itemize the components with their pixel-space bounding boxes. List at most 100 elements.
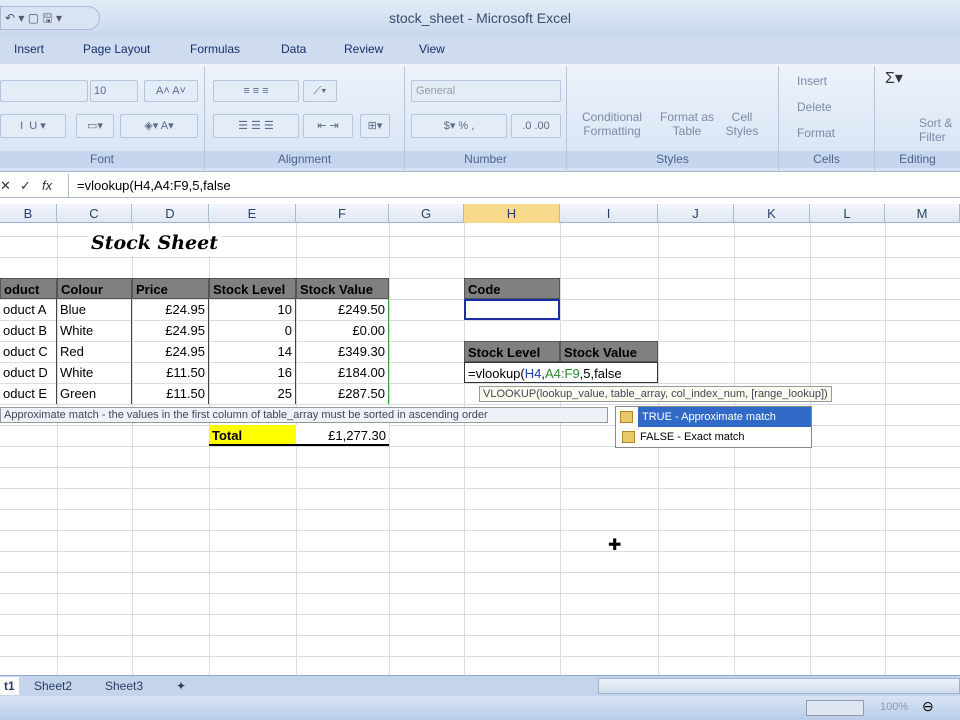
number-group: General $▾ % , .0 .00 Number — [405, 66, 567, 170]
tab-review[interactable]: Review — [344, 42, 383, 56]
column-header-k[interactable]: K — [734, 204, 810, 223]
total-value[interactable]: £1,277.30 — [296, 425, 389, 446]
total-label[interactable]: Total — [209, 425, 296, 446]
autocomplete-false[interactable]: FALSE - Exact match — [616, 427, 811, 447]
horizontal-scrollbar[interactable] — [598, 678, 960, 694]
fill-font-color-button[interactable]: ◈▾ A▾ — [120, 114, 198, 138]
column-header-g[interactable]: G — [389, 204, 464, 223]
tab-view[interactable]: View — [419, 42, 445, 56]
gridline — [389, 223, 390, 675]
table-cell[interactable]: £287.50 — [296, 383, 389, 404]
table-cell[interactable]: 25 — [209, 383, 296, 404]
column-header-c[interactable]: C — [57, 204, 132, 223]
lookup-header-stock-value[interactable]: Stock Value — [560, 341, 658, 362]
header-cell[interactable]: oduct — [0, 278, 57, 299]
sheet-tab-3[interactable]: Sheet3 — [105, 677, 143, 695]
table-cell[interactable]: White — [57, 320, 132, 341]
horizontal-align-buttons[interactable]: ☰ ☰ ☰ — [213, 114, 299, 138]
zoom-level: 100% — [880, 701, 909, 713]
cells-group-label: Cells — [779, 151, 874, 168]
column-header-j[interactable]: J — [658, 204, 734, 223]
borders-button[interactable]: ▭▾ — [76, 114, 114, 138]
table-cell[interactable]: £349.30 — [296, 341, 389, 362]
tab-data[interactable]: Data — [281, 42, 306, 56]
column-header-b[interactable]: B — [0, 204, 57, 223]
tab-page-layout[interactable]: Page Layout — [83, 42, 150, 56]
code-input-cell[interactable] — [464, 299, 560, 320]
merge-button[interactable]: ⊞▾ — [360, 114, 390, 138]
table-cell[interactable]: £184.00 — [296, 362, 389, 383]
italic-underline-button[interactable]: I U ▾ — [0, 114, 66, 138]
constant-icon — [620, 411, 633, 423]
table-cell[interactable]: £24.95 — [132, 341, 209, 362]
table-cell[interactable]: 10 — [209, 299, 296, 320]
code-header[interactable]: Code — [464, 278, 560, 299]
header-cell[interactable]: Stock Value — [296, 278, 389, 299]
table-cell[interactable]: 16 — [209, 362, 296, 383]
table-cell[interactable]: £11.50 — [132, 383, 209, 404]
insert-function-icon[interactable]: fx — [42, 178, 52, 193]
column-header-m[interactable]: M — [885, 204, 960, 223]
format-as-table-button[interactable]: Format as Table — [657, 76, 717, 138]
insert-sheet-icon[interactable]: ✦ — [176, 677, 186, 695]
header-cell[interactable]: Colour — [57, 278, 132, 299]
sort-filter-button[interactable]: Sort & Filter — [919, 116, 959, 144]
insert-cells-button[interactable]: Insert — [797, 74, 827, 88]
table-cell[interactable]: oduct E — [0, 383, 57, 404]
format-cells-button[interactable]: Format — [797, 126, 835, 140]
lookup-header-stock-level[interactable]: Stock Level — [464, 341, 560, 362]
quick-access-toolbar[interactable]: ↶ ▾ ▢ 🖫 ▾ — [0, 6, 100, 30]
sheet-tab-1[interactable]: t1 — [0, 677, 19, 695]
vertical-align-buttons[interactable]: ≡ ≡ ≡ — [213, 80, 299, 102]
ribbon: 10 A˄ A˅ I U ▾ ▭▾ ◈▾ A▾ Font ≡ ≡ ≡ ⟋▾ ☰ … — [0, 64, 960, 172]
grow-shrink-font-button[interactable]: A˄ A˅ — [144, 80, 198, 102]
table-cell[interactable]: £24.95 — [132, 299, 209, 320]
formula-input[interactable]: =vlookup(H4,A4:F9,5,false — [68, 174, 960, 198]
sheet-tab-2[interactable]: Sheet2 — [34, 677, 72, 695]
column-header-d[interactable]: D — [132, 204, 209, 223]
tab-formulas[interactable]: Formulas — [190, 42, 240, 56]
cancel-icon[interactable]: ✕ — [0, 178, 11, 194]
table-cell[interactable]: £249.50 — [296, 299, 389, 320]
number-format-dropdown[interactable]: General — [411, 80, 561, 102]
indent-buttons[interactable]: ⇤ ⇥ — [303, 114, 353, 138]
column-header-f[interactable]: F — [296, 204, 389, 223]
view-buttons[interactable] — [806, 700, 864, 716]
table-cell[interactable]: 14 — [209, 341, 296, 362]
header-cell[interactable]: Price — [132, 278, 209, 299]
table-cell[interactable]: £24.95 — [132, 320, 209, 341]
table-cell[interactable]: oduct A — [0, 299, 57, 320]
table-cell[interactable]: Red — [57, 341, 132, 362]
table-cell[interactable]: oduct B — [0, 320, 57, 341]
font-size-dropdown[interactable]: 10 — [90, 80, 138, 102]
alignment-group-label: Alignment — [205, 151, 404, 168]
option-label: TRUE - Approximate match — [642, 411, 776, 423]
conditional-formatting-button[interactable]: Conditional Formatting — [571, 76, 653, 138]
table-cell[interactable]: 0 — [209, 320, 296, 341]
header-cell[interactable]: Stock Level — [209, 278, 296, 299]
editing-formula-cell[interactable]: =vlookup(H4,A4:F9,5,false — [464, 362, 658, 383]
tab-insert[interactable]: Insert — [14, 42, 44, 56]
column-header-i[interactable]: I — [560, 204, 658, 223]
table-cell[interactable]: White — [57, 362, 132, 383]
table-cell[interactable]: £0.00 — [296, 320, 389, 341]
font-name-dropdown[interactable] — [0, 80, 88, 102]
autosum-icon[interactable]: Σ▾ — [885, 71, 903, 87]
table-cell[interactable]: oduct D — [0, 362, 57, 383]
table-cell[interactable]: Blue — [57, 299, 132, 320]
column-header-h[interactable]: H — [464, 204, 560, 223]
column-header-l[interactable]: L — [810, 204, 885, 223]
editing-group-label: Editing — [875, 151, 960, 168]
delete-cells-button[interactable]: Delete — [797, 100, 832, 114]
autocomplete-true[interactable]: TRUE - Approximate match — [620, 407, 811, 427]
cell-styles-button[interactable]: Cell Styles — [717, 76, 767, 138]
column-header-e[interactable]: E — [209, 204, 296, 223]
table-cell[interactable]: oduct C — [0, 341, 57, 362]
zoom-out-icon[interactable]: ⊖ — [922, 698, 934, 715]
table-cell[interactable]: £11.50 — [132, 362, 209, 383]
table-cell[interactable]: Green — [57, 383, 132, 404]
currency-percent-buttons[interactable]: $▾ % , — [411, 114, 507, 138]
decimal-buttons[interactable]: .0 .00 — [511, 114, 561, 138]
enter-icon[interactable]: ✓ — [20, 178, 31, 194]
orientation-button[interactable]: ⟋▾ — [303, 80, 337, 102]
